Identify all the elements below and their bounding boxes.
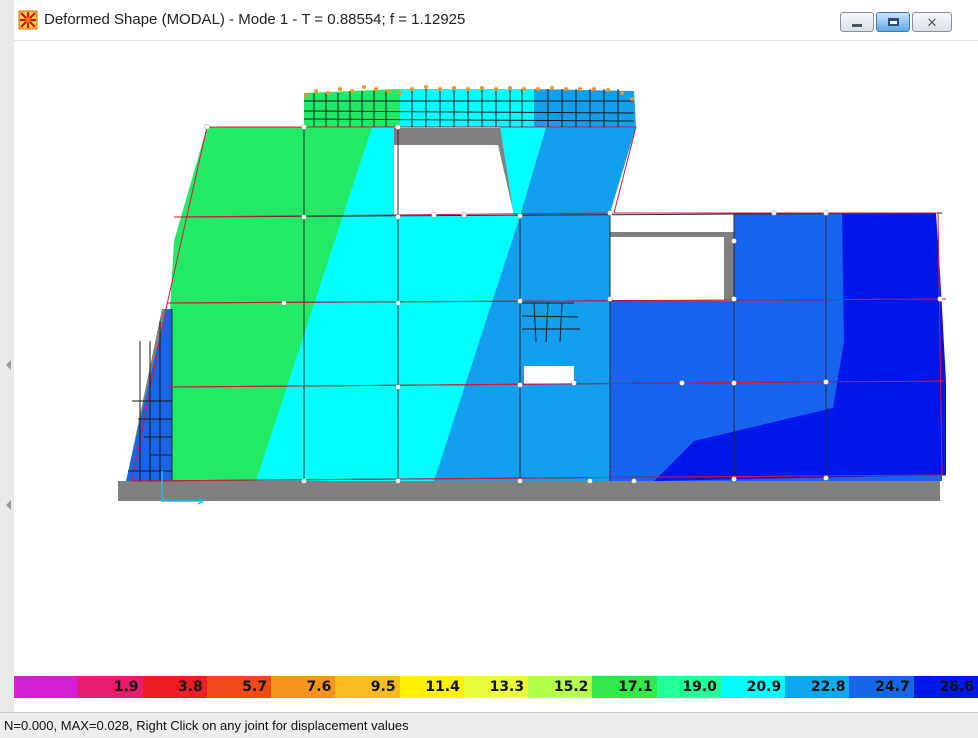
close-button[interactable]: ✕ — [912, 12, 952, 32]
legend-band — [14, 676, 79, 698]
base-strip — [118, 481, 940, 501]
legend-band: 5.7 — [206, 676, 272, 698]
legend-band: 19.0 — [656, 676, 721, 698]
legend-band: 22.8 — [785, 676, 850, 698]
legend-band: 26.6 — [913, 676, 978, 698]
minimize-icon — [852, 23, 862, 27]
legend-band: 11.4 — [399, 676, 464, 698]
close-icon: ✕ — [926, 14, 938, 30]
legend-band: 15.2 — [528, 676, 593, 698]
legend-band: 20.9 — [720, 676, 786, 698]
opening-white-right — [612, 237, 724, 299]
deformed-shape-window: Deformed Shape (MODAL) - Mode 1 - T = 0.… — [14, 0, 978, 712]
status-bar: N=0.000, MAX=0.028, Right Click on any j… — [0, 712, 978, 738]
contour-color-legend: 1.9 3.8 5.7 7.6 9.5 11.4 13.3 15.2 17.1 19.0 20.9 2… — [14, 676, 978, 698]
maximize-icon — [887, 18, 899, 26]
legend-band: 1.9 — [78, 676, 143, 698]
legend-band: 17.1 — [592, 676, 657, 698]
legend-band: 13.3 — [463, 676, 529, 698]
status-text: N=0.000, MAX=0.028, Right Click on any j… — [4, 718, 409, 733]
legend-band: 7.6 — [271, 676, 336, 698]
sap-app-icon — [18, 10, 38, 30]
parapet-cyan — [400, 89, 534, 127]
legend-band: 24.7 — [849, 676, 914, 698]
left-frame-grip-icon — [6, 500, 11, 510]
opening-white-top — [398, 145, 512, 215]
legend-band: 3.8 — [142, 676, 207, 698]
minimize-button[interactable] — [840, 12, 874, 32]
opening-white-small — [524, 366, 574, 384]
displacement-contours — [126, 127, 946, 481]
maximize-button[interactable] — [876, 12, 910, 32]
legend-band: 9.5 — [335, 676, 400, 698]
top-parapet-mesh — [304, 89, 636, 127]
window-titlebar[interactable]: Deformed Shape (MODAL) - Mode 1 - T = 0.… — [14, 0, 978, 41]
window-title: Deformed Shape (MODAL) - Mode 1 - T = 0.… — [44, 11, 466, 28]
model-viewport[interactable] — [14, 41, 978, 671]
left-window-frame — [0, 0, 15, 712]
left-frame-grip-icon — [6, 360, 11, 370]
